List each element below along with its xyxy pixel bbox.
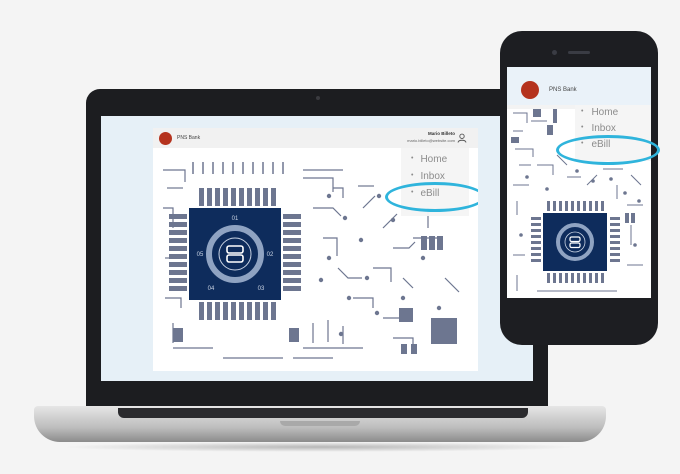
ebill-highlight-ring (556, 135, 660, 165)
user-account[interactable]: Mario Billeto mario.billeto@website.com (407, 131, 469, 145)
logo-icon[interactable] (521, 81, 539, 99)
site-header: PNS Bank (507, 67, 651, 109)
laptop-camera (316, 96, 320, 100)
user-name: Mario Billeto (427, 131, 455, 136)
menu-item-home[interactable]: • Home (411, 154, 447, 165)
laptop-trackpad-notch (280, 421, 360, 426)
ebill-highlight-ring (385, 182, 478, 212)
phone-web-page: PNS Bank • Home • Inbox • eBill (507, 67, 651, 298)
chip-label-01: 01 (232, 216, 239, 222)
menu-item-inbox[interactable]: • Inbox (581, 123, 616, 134)
menu-item-inbox[interactable]: • Inbox (411, 171, 445, 182)
phone-camera (552, 50, 557, 55)
menu-item-home[interactable]: • Home (581, 107, 618, 118)
laptop-web-page: PNS Bank Mario Billeto mario.billeto@web… (153, 128, 478, 371)
chip-label-02: 02 (267, 252, 274, 258)
site-header: PNS Bank Mario Billeto mario.billeto@web… (153, 128, 478, 148)
chip-label-03: 03 (258, 286, 265, 292)
bank-name: PNS Bank (177, 135, 201, 141)
user-icon[interactable] (457, 133, 467, 143)
bank-name: PNS Bank (549, 87, 577, 93)
laptop-shadow (60, 442, 580, 452)
phone-speaker (568, 51, 590, 54)
chip-label-05: 05 (197, 252, 204, 258)
chip-label-04: 04 (208, 286, 215, 292)
logo-icon[interactable] (159, 132, 172, 145)
laptop-keyboard (118, 408, 528, 418)
user-email: mario.billeto@website.com (407, 138, 455, 143)
